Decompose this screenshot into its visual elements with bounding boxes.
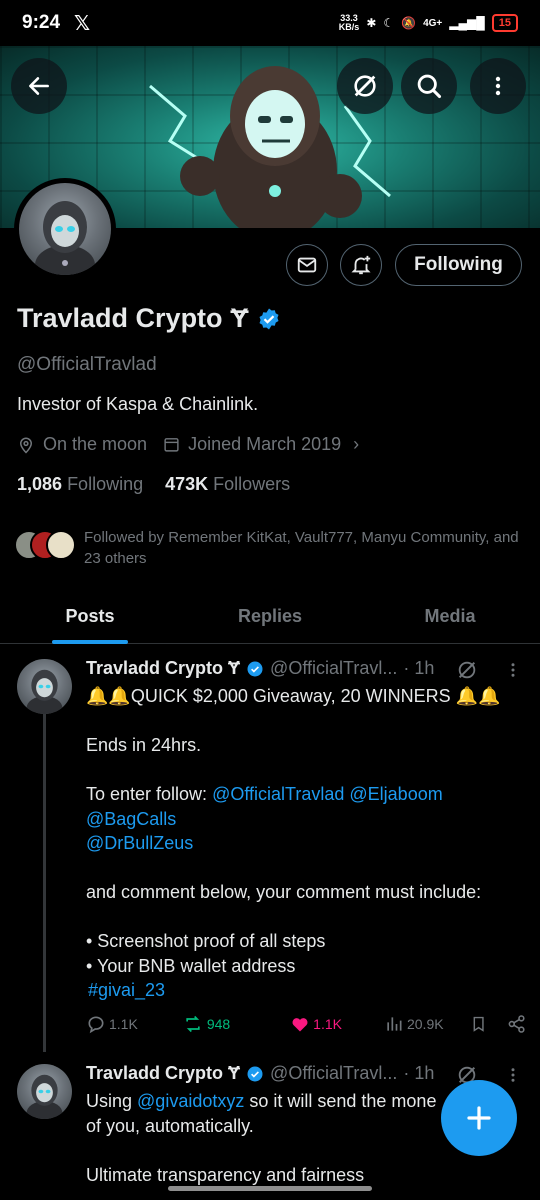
following-stat[interactable]: 1,086 Following [17, 474, 143, 495]
message-button[interactable] [286, 244, 328, 286]
more-vertical-icon [495, 76, 501, 96]
profile-avatar[interactable] [14, 178, 116, 280]
tweet-body: 🔔🔔QUICK $2,000 Giveaway, 20 WINNERS 🔔🔔 E… [86, 684, 526, 1003]
heart-icon [292, 1018, 308, 1032]
tab-replies[interactable]: Replies [180, 590, 360, 643]
profile-joined: Joined March 2019 [188, 434, 342, 454]
more-vertical-icon[interactable] [504, 661, 522, 679]
status-time: 9:24 [22, 12, 61, 33]
mention-link[interactable]: @DrBullZeus [86, 831, 526, 856]
avatar [46, 530, 76, 560]
tweet-author-handle: @OfficialTravl... [270, 1063, 398, 1083]
tweet-author-name[interactable]: Travladd Crypto Ɏ [86, 1063, 240, 1084]
home-indicator[interactable] [168, 1186, 372, 1191]
profile-location: On the moon [43, 434, 148, 454]
bookmark-icon[interactable] [470, 1014, 487, 1034]
tweet-time: · 1h [403, 1063, 435, 1083]
profile-name-suffix: Ɏ [230, 303, 249, 333]
moon-icon: ☾ [383, 16, 395, 30]
tweet-author-handle: @OfficialTravl... [270, 658, 398, 678]
tweet-actions: 1.1K 948 1.1K 20.9K [86, 1014, 526, 1034]
chevron-right-icon[interactable]: › [353, 434, 359, 455]
profile-bio: Investor of Kaspa & Chainlink. [17, 394, 259, 414]
profile-meta: On the moon Joined March 2019 › [17, 434, 359, 455]
followed-by-avatars[interactable] [14, 530, 80, 560]
tweet-header: Travladd Crypto Ɏ @OfficialTravl... · 1h [86, 658, 434, 679]
profile-name-text: Travladd Crypto [17, 303, 223, 333]
x-logo-icon: 𝕏 [74, 12, 91, 35]
share-icon[interactable] [507, 1014, 526, 1034]
tab-media[interactable]: Media [360, 590, 540, 643]
profile-name: Travladd Crypto Ɏ [17, 303, 281, 334]
views-button[interactable]: 20.9K [384, 1014, 444, 1034]
mute-icon: 🔕 [401, 16, 417, 30]
followers-stat[interactable]: 473K Followers [165, 474, 290, 495]
reply-icon [88, 1016, 104, 1034]
avatar[interactable] [17, 659, 72, 714]
battery-indicator: 15 [491, 14, 518, 32]
following-button[interactable]: Following [395, 244, 522, 286]
verified-badge-icon [259, 308, 279, 329]
mention-link[interactable]: @BagCalls [86, 807, 526, 832]
search-button[interactable] [401, 58, 457, 114]
profile-stats: 1,086 Following 473K Followers [17, 474, 290, 495]
hashtag-link[interactable]: #givai_23 [88, 978, 526, 1003]
tweet-header: Travladd Crypto Ɏ @OfficialTravl... · 1h [86, 1063, 434, 1084]
status-icons: 33.3 KB/s ✱ ☾ 🔕 4G+ ▂▄▆█ 15 [339, 14, 518, 32]
profile-tabs: Posts Replies Media [0, 590, 540, 644]
mail-icon [297, 257, 317, 273]
grok-icon [354, 75, 376, 97]
network-speed: 33.3 KB/s [338, 13, 360, 32]
compose-post-button[interactable] [441, 1080, 517, 1156]
tab-posts[interactable]: Posts [0, 590, 180, 643]
signal-icon: ▂▄▆█ [449, 16, 485, 30]
reply-button[interactable]: 1.1K [86, 1014, 138, 1034]
thread-line [43, 712, 46, 1052]
repost-button[interactable]: 948 [182, 1014, 230, 1034]
mention-link[interactable]: @Eljaboom [349, 784, 442, 804]
grok-icon[interactable] [456, 659, 478, 681]
location-icon [19, 437, 33, 454]
bell-plus-icon [351, 255, 371, 275]
repost-icon [186, 1015, 200, 1033]
notify-button[interactable] [340, 244, 382, 286]
like-button[interactable]: 1.1K [290, 1014, 342, 1034]
views-icon [387, 1017, 402, 1031]
tweet-author-name[interactable]: Travladd Crypto Ɏ [86, 658, 240, 679]
mention-link[interactable]: @OfficialTravlad [212, 784, 344, 804]
back-button[interactable] [11, 58, 67, 114]
calendar-icon [164, 438, 179, 452]
network-type: 4G+ [423, 17, 443, 29]
profile-handle: @OfficialTravlad [17, 354, 157, 375]
arrow-left-icon [29, 77, 49, 95]
more-vertical-icon[interactable] [504, 1066, 522, 1084]
mention-link[interactable]: @givaidotxyz [137, 1091, 244, 1111]
grok-button[interactable] [337, 58, 393, 114]
search-icon [417, 74, 442, 99]
plus-icon [467, 1106, 491, 1130]
status-bar: 9:24 𝕏 33.3 KB/s ✱ ☾ 🔕 4G+ ▂▄▆█ 15 [0, 0, 540, 46]
avatar[interactable] [17, 1064, 72, 1119]
tweet-time: · 1h [403, 658, 435, 678]
bluetooth-icon: ✱ [366, 16, 377, 30]
more-options-button[interactable] [470, 58, 526, 114]
verified-badge-icon [247, 661, 263, 676]
verified-badge-icon [247, 1066, 263, 1081]
followed-by-text[interactable]: Followed by Remember KitKat, Vault777, M… [84, 527, 524, 569]
